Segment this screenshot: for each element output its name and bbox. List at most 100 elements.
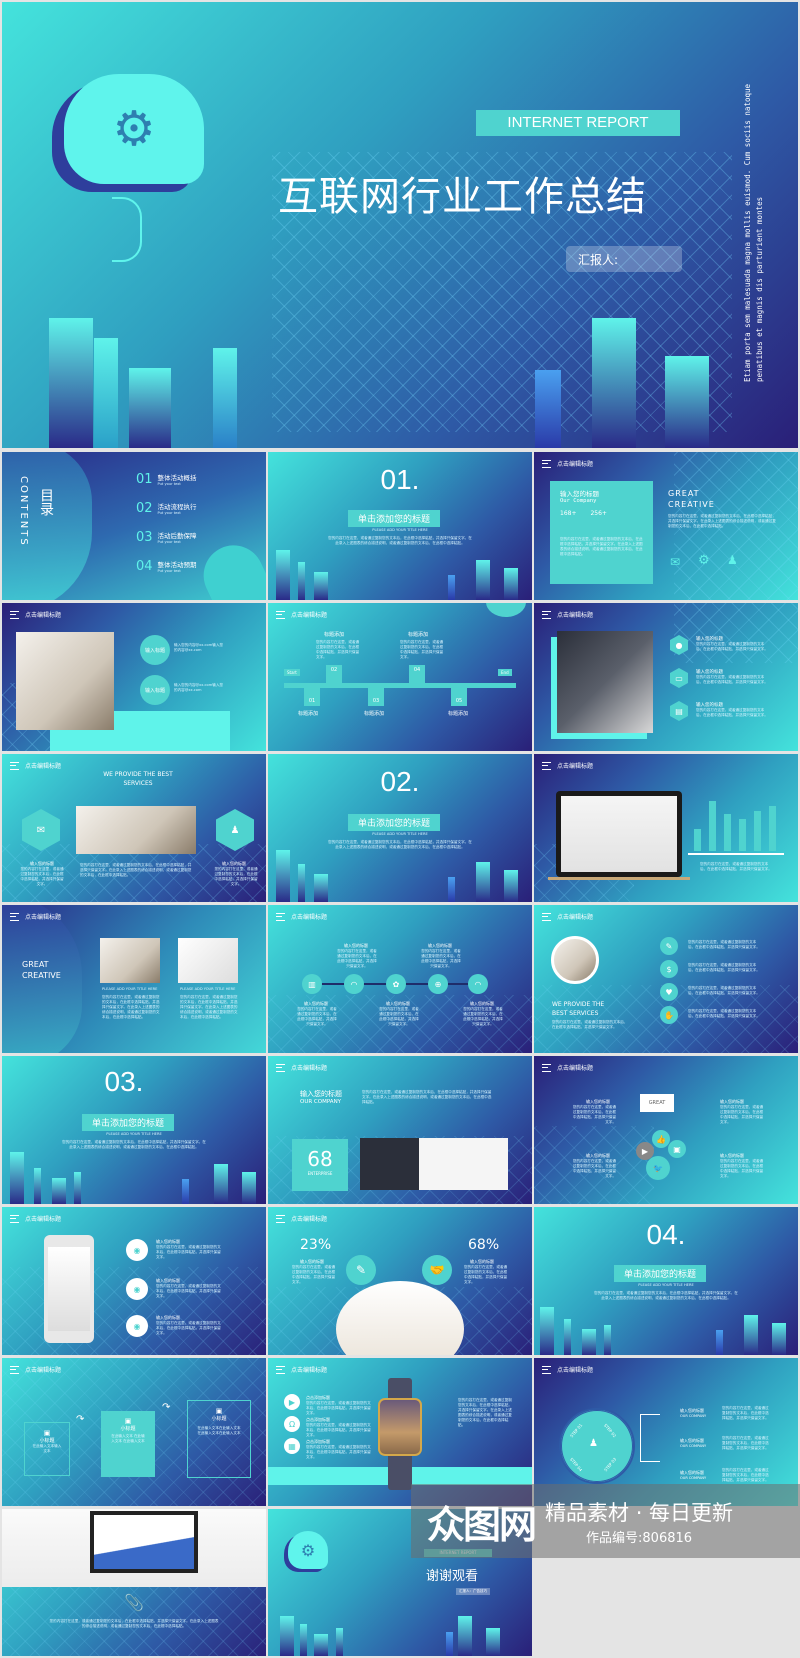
tower xyxy=(448,575,455,600)
slide-header-title: 点击编辑标题 xyxy=(291,1065,328,1072)
tower xyxy=(182,1179,189,1204)
tower xyxy=(242,1172,256,1204)
slide-header: 点击编辑标题 xyxy=(542,761,593,770)
notes-photo xyxy=(557,631,653,733)
services-heading: WE PROVIDE THE BEST SERVICES xyxy=(552,1001,605,1017)
menu-icon[interactable] xyxy=(276,1214,285,1223)
brain-icon[interactable]: ✿ xyxy=(386,974,406,994)
menu-icon[interactable] xyxy=(542,1063,551,1072)
slide-header: 点击编辑标题 xyxy=(542,610,593,619)
photo-text: 您的内容打在这里，或者通过复制您的文本后，在此框中选择粘贴，并选择只保留文字。在… xyxy=(102,995,160,1019)
percent-left: 23% xyxy=(300,1237,332,1253)
box-medium: ▣ 小标题 在此输入文本 在此输入文本 在此输入文本 xyxy=(101,1411,155,1477)
section-number: 01. xyxy=(380,464,420,495)
menu-icon[interactable] xyxy=(542,912,551,921)
slide-header-title: 点击编辑标题 xyxy=(557,763,594,770)
charts-photo xyxy=(360,1138,508,1190)
menu-icon[interactable] xyxy=(276,1063,285,1072)
item-text: 您的内容打在这里，或者通过复制您的文本后，在此框中选择粘贴，并选择只保留文字。 xyxy=(156,1245,221,1259)
menu-icon[interactable] xyxy=(10,610,19,619)
contents-item[interactable]: 03 活动后勤保障 Put your text xyxy=(136,530,197,559)
section-slide-02: 02. 单击添加您的标题 PLEASE ADD YOUR TITLE HERE … xyxy=(268,754,532,902)
menu-icon[interactable] xyxy=(276,610,285,619)
decor-circle xyxy=(486,603,526,617)
desk-text: 您的内容打在这里，或者通过复制您的文本后，在此框中选择粘贴，并选择只保留文字。在… xyxy=(49,1619,219,1628)
tower xyxy=(592,318,636,448)
contents-item[interactable]: 01 整体活动概括 Put your text xyxy=(136,472,197,501)
tower xyxy=(314,874,328,902)
gauge-icon[interactable]: ◠ xyxy=(344,974,364,994)
laptop-screen xyxy=(561,796,677,872)
item-text: 您的内容打在这里，或者通过复制您的文本后，在此框中选择粘贴，并选择只保留文字。 xyxy=(688,963,760,972)
side-text: Etiam porta sem malesuada magna mollis e… xyxy=(742,42,766,382)
thumbs-up-icon[interactable]: 👍 xyxy=(652,1130,670,1148)
twitter-icon[interactable]: 🐦 xyxy=(646,1156,670,1180)
timeline-step[interactable]: 02 xyxy=(326,665,342,683)
input-bubble[interactable]: 输入标题 xyxy=(140,635,170,665)
camera-icon[interactable]: ▣ xyxy=(668,1140,686,1158)
item-text: 您的内容打在这里，或者通过复制您的文本后，在此框中选择粘贴，并选择只保留文字。 xyxy=(20,867,64,886)
step-title: 标题添加 xyxy=(448,711,469,717)
great-creative-heading: GREAT CREATIVE xyxy=(22,960,61,980)
menu-icon[interactable] xyxy=(542,610,551,619)
item-number: 04 xyxy=(136,559,153,574)
tower xyxy=(49,318,93,448)
timeline-step[interactable]: 01 xyxy=(304,688,320,706)
contents-item[interactable]: 04 整体活动预期 Put your text xyxy=(136,559,197,588)
menu-icon[interactable] xyxy=(276,912,285,921)
item-label: 活动流程执行 xyxy=(157,503,197,511)
item-sub: Put your text xyxy=(157,511,181,515)
contents-item[interactable]: 02 活动流程执行 Put your text xyxy=(136,501,197,530)
target-icon[interactable]: ⊕ xyxy=(428,974,448,994)
item-text: 您的内容打在这里，或者通过复制您的文本后，在此框中选择粘贴，并选择只保留文字。 xyxy=(572,1159,616,1178)
user-icon: ♟ xyxy=(589,1438,598,1449)
hands-icon: ✋ xyxy=(660,1006,678,1024)
tower xyxy=(582,1329,596,1355)
step-title: 标题添加 xyxy=(408,632,429,638)
menu-icon[interactable] xyxy=(10,1214,19,1223)
book-icon[interactable]: ▥ xyxy=(302,974,322,994)
slide-header-title: 点击编辑标题 xyxy=(557,914,594,921)
input-bubble[interactable]: 输入标题 xyxy=(140,675,170,705)
menu-icon[interactable] xyxy=(10,912,19,921)
tower xyxy=(276,850,290,902)
great-creative-heading: GREAT CREATIVE xyxy=(668,489,715,509)
mail-icon: ✉ xyxy=(670,555,681,569)
tower xyxy=(74,1172,81,1204)
slide-header: 点击编辑标题 xyxy=(542,912,593,921)
timeline-step[interactable]: 05 xyxy=(451,688,467,706)
input-text: 输入您的内容@xx.com输入您的内容@xx.com xyxy=(174,643,224,652)
menu-icon[interactable] xyxy=(276,1365,285,1374)
reporter-field: 汇报人: xyxy=(566,246,682,272)
enterprise-box: 68 ENTERPRISE xyxy=(292,1139,348,1191)
gauge-icon[interactable]: ◠ xyxy=(468,974,488,994)
timeline-step[interactable]: 03 xyxy=(368,688,384,706)
wave-shape xyxy=(2,452,92,600)
section-subtitle: PLEASE ADD YOUR TITLE HERE xyxy=(372,832,428,836)
slide-header: 点击编辑标题 xyxy=(10,761,61,770)
item-text: 您的内容打在这里，或者通过复制您的文本后，在此框中选择粘贴，并选择只保留文字。 xyxy=(297,1007,337,1026)
shop-icon: ▦ xyxy=(284,1438,300,1454)
box-sub: Our Company xyxy=(560,498,597,504)
menu-icon[interactable] xyxy=(542,1365,551,1374)
menu-icon[interactable] xyxy=(10,1365,19,1374)
tower xyxy=(300,1624,307,1656)
slide-header-title: 点击编辑标题 xyxy=(25,1367,62,1374)
photo xyxy=(100,938,160,983)
slide-header-title: 点击编辑标题 xyxy=(25,1216,62,1223)
box-text: 您的内容打在这里，或者通过复制您的文本后，在此框中选择粘贴，并选择只保留文字。在… xyxy=(560,537,643,556)
slide-header: 点击编辑标题 xyxy=(542,1365,593,1374)
item-text: 您的内容打在这里，或者通过复制您的文本后，在此框中选择粘贴，并选择只保留文字。 xyxy=(572,1105,616,1124)
drop-icon: ◉ xyxy=(126,1315,148,1337)
menu-icon[interactable] xyxy=(542,761,551,770)
menu-icon[interactable] xyxy=(10,761,19,770)
slide-header-title: 点击编辑标题 xyxy=(291,1367,328,1374)
slide-header-title: 点击编辑标题 xyxy=(557,461,594,468)
tower xyxy=(540,1307,554,1355)
menu-icon[interactable] xyxy=(542,459,551,468)
contents-list: 01 整体活动概括 Put your text 02 活动流程执行 Put your t… xyxy=(136,472,197,588)
timeline-step[interactable]: 04 xyxy=(409,665,425,683)
tower xyxy=(772,1323,786,1355)
enterprise-text: 您的内容打在这里，或者通过复制您的文本后，在此框中选择粘贴，并选择只保留文字。在… xyxy=(362,1090,492,1104)
chart-baseline xyxy=(688,853,784,855)
